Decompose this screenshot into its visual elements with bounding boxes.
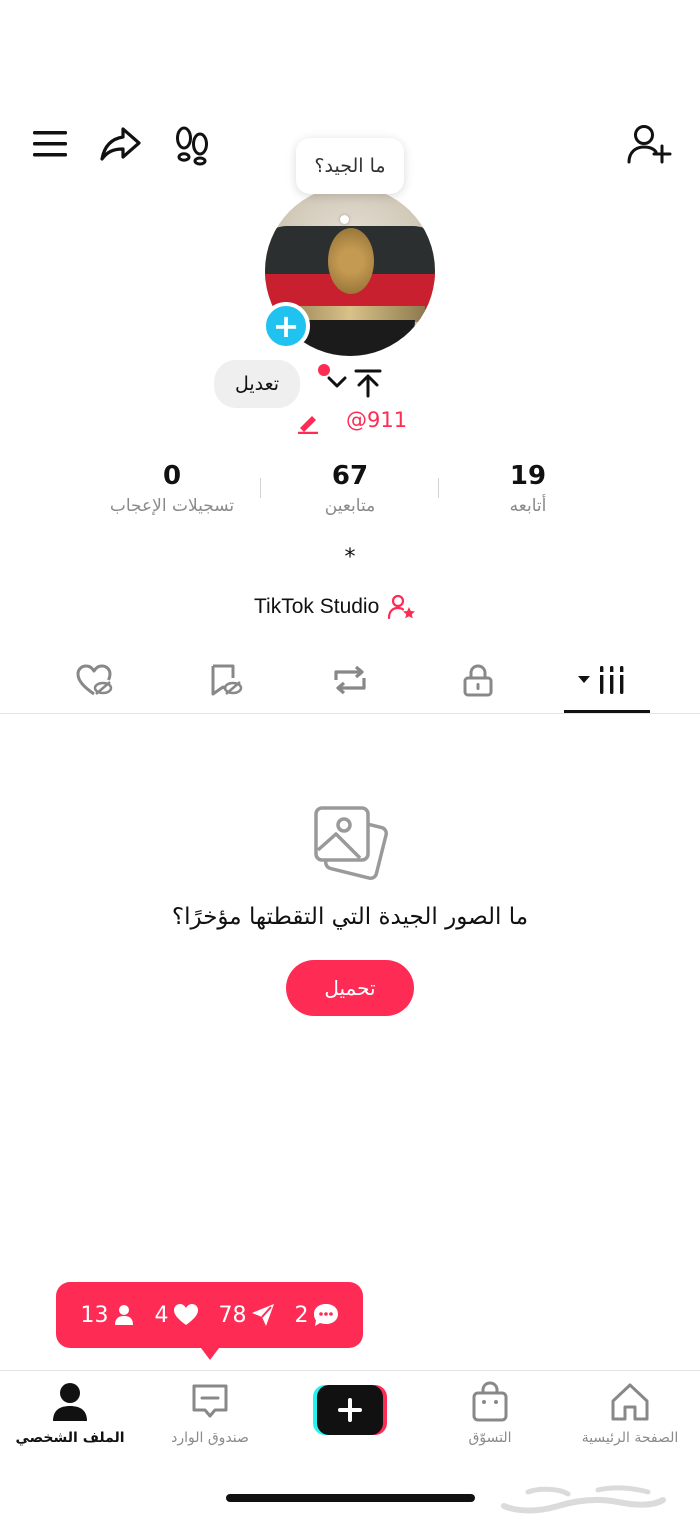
- menu-button[interactable]: [30, 124, 70, 164]
- create-plus-icon: [313, 1385, 387, 1435]
- notification-pointer: [198, 1344, 222, 1360]
- footprint-icon: [176, 126, 208, 166]
- tab-liked[interactable]: [64, 656, 124, 704]
- photos-icon: [308, 800, 392, 884]
- comments-notif-count: 2: [294, 1302, 309, 1328]
- tab-private[interactable]: [448, 656, 508, 704]
- activity-notifications[interactable]: 13 4 78 2: [56, 1282, 363, 1348]
- add-friend-icon: [627, 125, 672, 164]
- home-icon: [611, 1383, 649, 1421]
- studio-label: TikTok Studio: [254, 595, 380, 618]
- whats-good-bubble[interactable]: ما الجيد؟: [296, 138, 404, 194]
- tab-favorites[interactable]: [194, 656, 254, 704]
- favorites-hidden-icon: [211, 664, 243, 696]
- share-icon: [100, 127, 141, 161]
- shares-notification: 78: [219, 1303, 275, 1328]
- followers-label: متابعين: [324, 496, 376, 516]
- heart-icon: [173, 1304, 198, 1325]
- tab-divider: [0, 713, 700, 714]
- nav-shop[interactable]: التسوّق: [425, 1380, 555, 1446]
- likes-label: تسجيلات الإعجاب: [109, 496, 235, 516]
- stat-followers[interactable]: 67 متابعين: [265, 458, 435, 518]
- menu-icon: [33, 131, 67, 157]
- following-count: 19: [509, 461, 547, 491]
- home-indicator: [226, 1494, 475, 1502]
- inbox-icon: [192, 1384, 228, 1418]
- watermark-logo: [498, 1478, 668, 1518]
- liked-hidden-icon: [76, 664, 113, 696]
- bubble-dot: [340, 215, 349, 224]
- person-icon: [114, 1305, 133, 1325]
- stat-divider: [260, 478, 261, 498]
- nav-profile[interactable]: الملف الشخصي: [5, 1380, 135, 1446]
- nav-home[interactable]: الصفحة الرئيسية: [565, 1380, 695, 1446]
- plus-icon: +: [272, 307, 300, 345]
- likes-notif-count: 4: [154, 1302, 169, 1328]
- comments-notification: 2: [295, 1303, 339, 1328]
- followers-notification: 13: [81, 1303, 135, 1328]
- likes-count: 0: [162, 461, 182, 491]
- comment-icon: [313, 1304, 338, 1326]
- nav-profile-label: الملف الشخصي: [15, 1430, 125, 1446]
- tiktok-studio-link[interactable]: TikTok Studio: [254, 592, 417, 622]
- account-switch-chevron[interactable]: [326, 372, 348, 392]
- nav-home-label: الصفحة الرئيسية: [581, 1430, 679, 1446]
- edit-username-button[interactable]: [296, 412, 320, 434]
- stat-likes[interactable]: 0 تسجيلات الإعجاب: [87, 458, 257, 518]
- nav-divider: [0, 1370, 700, 1371]
- avatar-add-button[interactable]: +: [262, 302, 310, 350]
- stat-divider: [438, 478, 439, 498]
- profile-icon: [53, 1383, 87, 1421]
- repost-icon: [334, 665, 366, 695]
- edit-profile-button[interactable]: تعديل: [214, 360, 300, 408]
- pin-top-button[interactable]: [352, 368, 384, 398]
- creator-star-icon: [388, 594, 416, 620]
- pin-top-icon: [354, 369, 382, 398]
- send-icon: [251, 1304, 274, 1326]
- shares-notif-count: 78: [218, 1302, 247, 1328]
- chevron-down-icon: [327, 376, 347, 388]
- tab-reposts[interactable]: [320, 656, 380, 704]
- likes-notification: 4: [155, 1303, 199, 1328]
- shopping-bag-icon: [472, 1381, 508, 1422]
- footprint-button[interactable]: [172, 124, 212, 166]
- add-friend-button[interactable]: [626, 122, 672, 166]
- empty-state-message: ما الصور الجيدة التي التقطتها مؤخرًا؟: [171, 904, 529, 930]
- tab-videos[interactable]: [572, 656, 632, 704]
- nav-inbox[interactable]: صندوق الوارد: [145, 1380, 275, 1446]
- stat-following[interactable]: 19 أتابعه: [443, 458, 613, 518]
- lock-icon: [463, 664, 493, 697]
- pencil-icon: [298, 416, 318, 434]
- followers-count: 67: [331, 461, 369, 491]
- followers-notif-count: 13: [80, 1302, 109, 1328]
- nav-inbox-label: صندوق الوارد: [171, 1430, 249, 1446]
- upload-button[interactable]: تحميل: [286, 960, 414, 1016]
- share-button[interactable]: [99, 124, 143, 164]
- username: @911: [346, 408, 408, 432]
- create-button[interactable]: [313, 1385, 387, 1435]
- nav-shop-label: التسوّق: [468, 1430, 512, 1446]
- following-label: أتابعه: [509, 496, 547, 516]
- videos-grid-icon: [578, 666, 626, 694]
- bio-text: *: [344, 545, 356, 570]
